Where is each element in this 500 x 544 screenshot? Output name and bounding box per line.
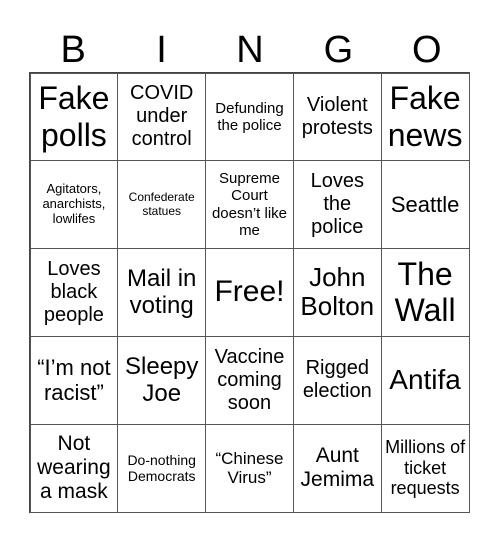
bingo-cell[interactable]: Confederate statues [117,160,207,250]
bingo-cell[interactable]: Fake news [380,72,470,162]
header-letter: B [60,29,86,71]
bingo-cell[interactable]: The Wall [380,248,470,337]
header-letter: O [411,29,442,71]
bingo-cell[interactable]: Supreme Court doesn’t like me [205,160,294,250]
bingo-cell[interactable]: Antifa [380,335,470,425]
header-letter: G [323,29,354,71]
bingo-cell[interactable]: “I’m not racist” [29,335,119,425]
bingo-cell[interactable]: Rigged election [292,335,382,425]
bingo-cell[interactable]: Defunding the police [205,72,294,162]
bingo-grid: Fake polls COVID under control Defunding t… [29,72,470,513]
bingo-cell[interactable]: Aunt Jemima [292,423,382,513]
bingo-cell[interactable]: Violent protests [292,72,382,162]
bingo-cell[interactable]: Loves black people [29,248,119,337]
bingo-header: BINGO [29,28,471,72]
bingo-cell[interactable]: John Bolton [292,248,382,337]
bingo-cell[interactable]: Agitators, anarchists, lowlifes [29,160,119,250]
bingo-cell[interactable]: Millions of ticket requests [380,423,470,513]
header-letter: I [156,29,167,71]
bingo-cell[interactable]: Sleepy Joe [117,335,207,425]
bingo-cell[interactable]: Do-nothing Democrats [117,423,207,513]
bingo-cell[interactable]: Loves the police [292,160,382,250]
bingo-cell[interactable]: COVID under control [117,72,207,162]
free-space[interactable]: Free! [205,248,294,337]
header-letter: N [236,29,264,71]
bingo-cell[interactable]: Vaccine coming soon [205,335,294,425]
bingo-cell[interactable]: Seattle [380,160,470,250]
bingo-cell[interactable]: Mail in voting [117,248,207,337]
bingo-cell[interactable]: “Chinese Virus” [205,423,294,513]
bingo-cell[interactable]: Fake polls [29,72,119,162]
bingo-cell[interactable]: Not wearing a mask [29,423,119,513]
